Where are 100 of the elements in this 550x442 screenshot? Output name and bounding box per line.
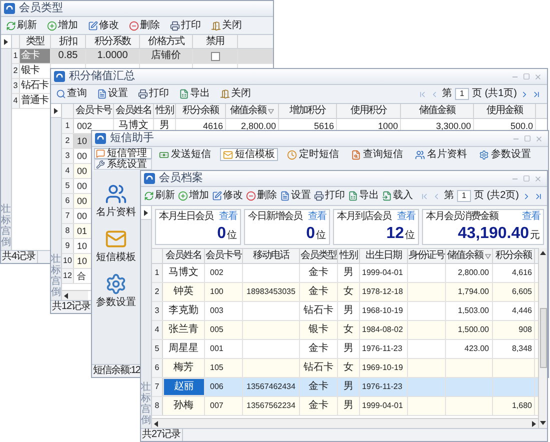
view-link[interactable]: 查看 <box>219 212 237 222</box>
view-link[interactable]: 查看 <box>308 212 326 222</box>
toolbar-button[interactable]: 打印 <box>169 18 202 33</box>
toolbar-button[interactable]: 载入 <box>381 188 414 204</box>
table-cell: 0.85 <box>58 51 78 61</box>
horizontal-scrollbar[interactable] <box>152 418 538 428</box>
search-icon <box>56 89 66 99</box>
page-field[interactable]: 1 <box>455 88 469 100</box>
scroll-left-icon[interactable] <box>64 292 68 298</box>
table-cell: 金卡 <box>308 287 328 297</box>
table-cell: 马博文 <box>118 121 148 131</box>
toolbar-button[interactable]: 增加 <box>177 188 210 204</box>
toolbar-button[interactable]: 增加 <box>46 18 79 33</box>
column-header[interactable]: 增加积分 <box>279 104 337 118</box>
column-header[interactable]: 会员姓名 <box>163 249 205 263</box>
toolbar-button[interactable]: 关闭 <box>219 86 252 102</box>
column-header[interactable]: 身份证号 <box>408 249 446 263</box>
first-page-icon[interactable] <box>420 192 429 200</box>
checkbox[interactable] <box>210 52 220 60</box>
first-page-icon[interactable] <box>418 90 427 98</box>
column-header[interactable]: 性别 <box>338 249 360 263</box>
panel-button[interactable]: 名片资料 <box>96 183 136 218</box>
column-header[interactable]: 储值余额 <box>446 249 493 263</box>
stat-unit: 位 <box>227 231 237 241</box>
close-icon[interactable] <box>534 174 542 182</box>
last-page-icon[interactable] <box>532 90 541 98</box>
tab[interactable]: 短信模板 <box>220 148 278 161</box>
column-header[interactable]: 积分余额 <box>493 249 535 263</box>
nav-button[interactable]: 系统设置 <box>94 159 152 170</box>
scroll-left-icon[interactable] <box>154 420 158 426</box>
table-cell: 13567462434 <box>246 383 296 391</box>
row-number: 6 <box>152 359 163 377</box>
toolbar-button[interactable]: 修改 <box>211 188 244 204</box>
table-cell: 00 <box>77 152 88 160</box>
view-link[interactable]: 查看 <box>397 212 415 222</box>
column-header[interactable]: 禁用 <box>193 35 238 48</box>
panel-button[interactable]: 参数设置 <box>96 273 136 308</box>
table-cell: 00 <box>77 212 88 220</box>
toolbar-button[interactable]: 打印 <box>137 86 170 102</box>
column-header[interactable]: 储值余额 <box>226 104 279 118</box>
tab[interactable]: 参数设置 <box>476 148 534 161</box>
column-header[interactable]: 会员卡号 <box>74 104 114 118</box>
toolbar-button[interactable]: 查询 <box>55 86 88 102</box>
scroll-right-icon[interactable] <box>532 420 536 426</box>
column-header[interactable]: 储值金额 <box>401 104 474 118</box>
toolbar-button[interactable]: 刷新 <box>5 18 38 33</box>
column-header[interactable]: 价格方式 <box>140 35 193 48</box>
close-icon[interactable] <box>535 134 543 142</box>
vertical-scrollbar[interactable] <box>538 248 547 428</box>
stat-title: 今日新增会员 <box>248 212 302 222</box>
column-header[interactable]: 积分余额 <box>176 104 226 118</box>
tab[interactable]: 名片资料 <box>412 148 470 161</box>
last-page-icon[interactable] <box>534 192 543 200</box>
toolbar-button[interactable]: 修改 <box>87 18 120 33</box>
column-header[interactable]: 使用金额 <box>474 104 536 118</box>
page-count: 页 (共2页) <box>474 191 519 201</box>
stat-unit: 位 <box>316 231 326 241</box>
tab[interactable]: 发送短信 <box>156 148 214 161</box>
toolbar-button[interactable]: 设置 <box>279 188 312 204</box>
close-icon[interactable] <box>534 72 542 80</box>
column-header[interactable]: 出生日期 <box>360 249 408 263</box>
app-icon <box>144 173 155 184</box>
toolbar-button[interactable]: 刷新 <box>143 188 176 204</box>
column-header[interactable]: 使用积分 <box>337 104 401 118</box>
page-field[interactable]: 1 <box>457 190 471 202</box>
column-header[interactable]: 折扣 <box>51 35 86 48</box>
column-header[interactable]: 会员卡号 <box>205 249 243 263</box>
scrollbar-thumb[interactable] <box>540 308 546 368</box>
nav-button[interactable]: 短信管理 <box>94 148 152 159</box>
column-header[interactable]: 积分系数 <box>86 35 140 48</box>
toolbar-button[interactable]: 关闭 <box>210 18 243 33</box>
column-header[interactable]: 性别 <box>154 104 176 118</box>
column-header[interactable]: 会员姓名 <box>114 104 154 118</box>
tab[interactable]: 定时短信 <box>284 148 342 161</box>
next-page-icon[interactable] <box>520 90 529 98</box>
next-page-icon[interactable] <box>522 192 531 200</box>
table-cell: 钻石卡 <box>304 363 334 373</box>
previous-page-icon[interactable] <box>432 192 441 200</box>
maximize-icon[interactable] <box>523 175 530 182</box>
table-cell: 1,500.00 <box>458 326 489 334</box>
column-header[interactable]: 移动电话 <box>243 249 300 263</box>
panel-button[interactable]: 短信模板 <box>96 228 136 263</box>
toolbar-button[interactable]: 删除 <box>245 188 278 204</box>
row-number: 1 <box>152 264 163 282</box>
toolbar-button[interactable]: 删除 <box>128 18 161 33</box>
row-number: 2 <box>152 283 163 301</box>
horizontal-scrollbar[interactable] <box>62 291 88 300</box>
toolbar-button[interactable]: 导出 <box>178 86 211 102</box>
column-header[interactable]: 类型 <box>20 35 51 48</box>
toolbar-button[interactable]: 打印 <box>313 188 346 204</box>
scroll-down-icon[interactable] <box>540 421 546 425</box>
mail-icon <box>223 150 233 160</box>
toolbar-button[interactable]: 导出 <box>347 188 380 204</box>
column-header[interactable]: 会员类型 <box>300 249 338 263</box>
view-link[interactable]: 查看 <box>522 212 540 222</box>
toolbar-button[interactable]: 设置 <box>96 86 129 102</box>
previous-page-icon[interactable] <box>430 90 439 98</box>
tab[interactable]: 查询短信 <box>348 148 406 161</box>
maximize-icon[interactable] <box>523 73 530 80</box>
maximize-icon[interactable] <box>524 135 531 142</box>
